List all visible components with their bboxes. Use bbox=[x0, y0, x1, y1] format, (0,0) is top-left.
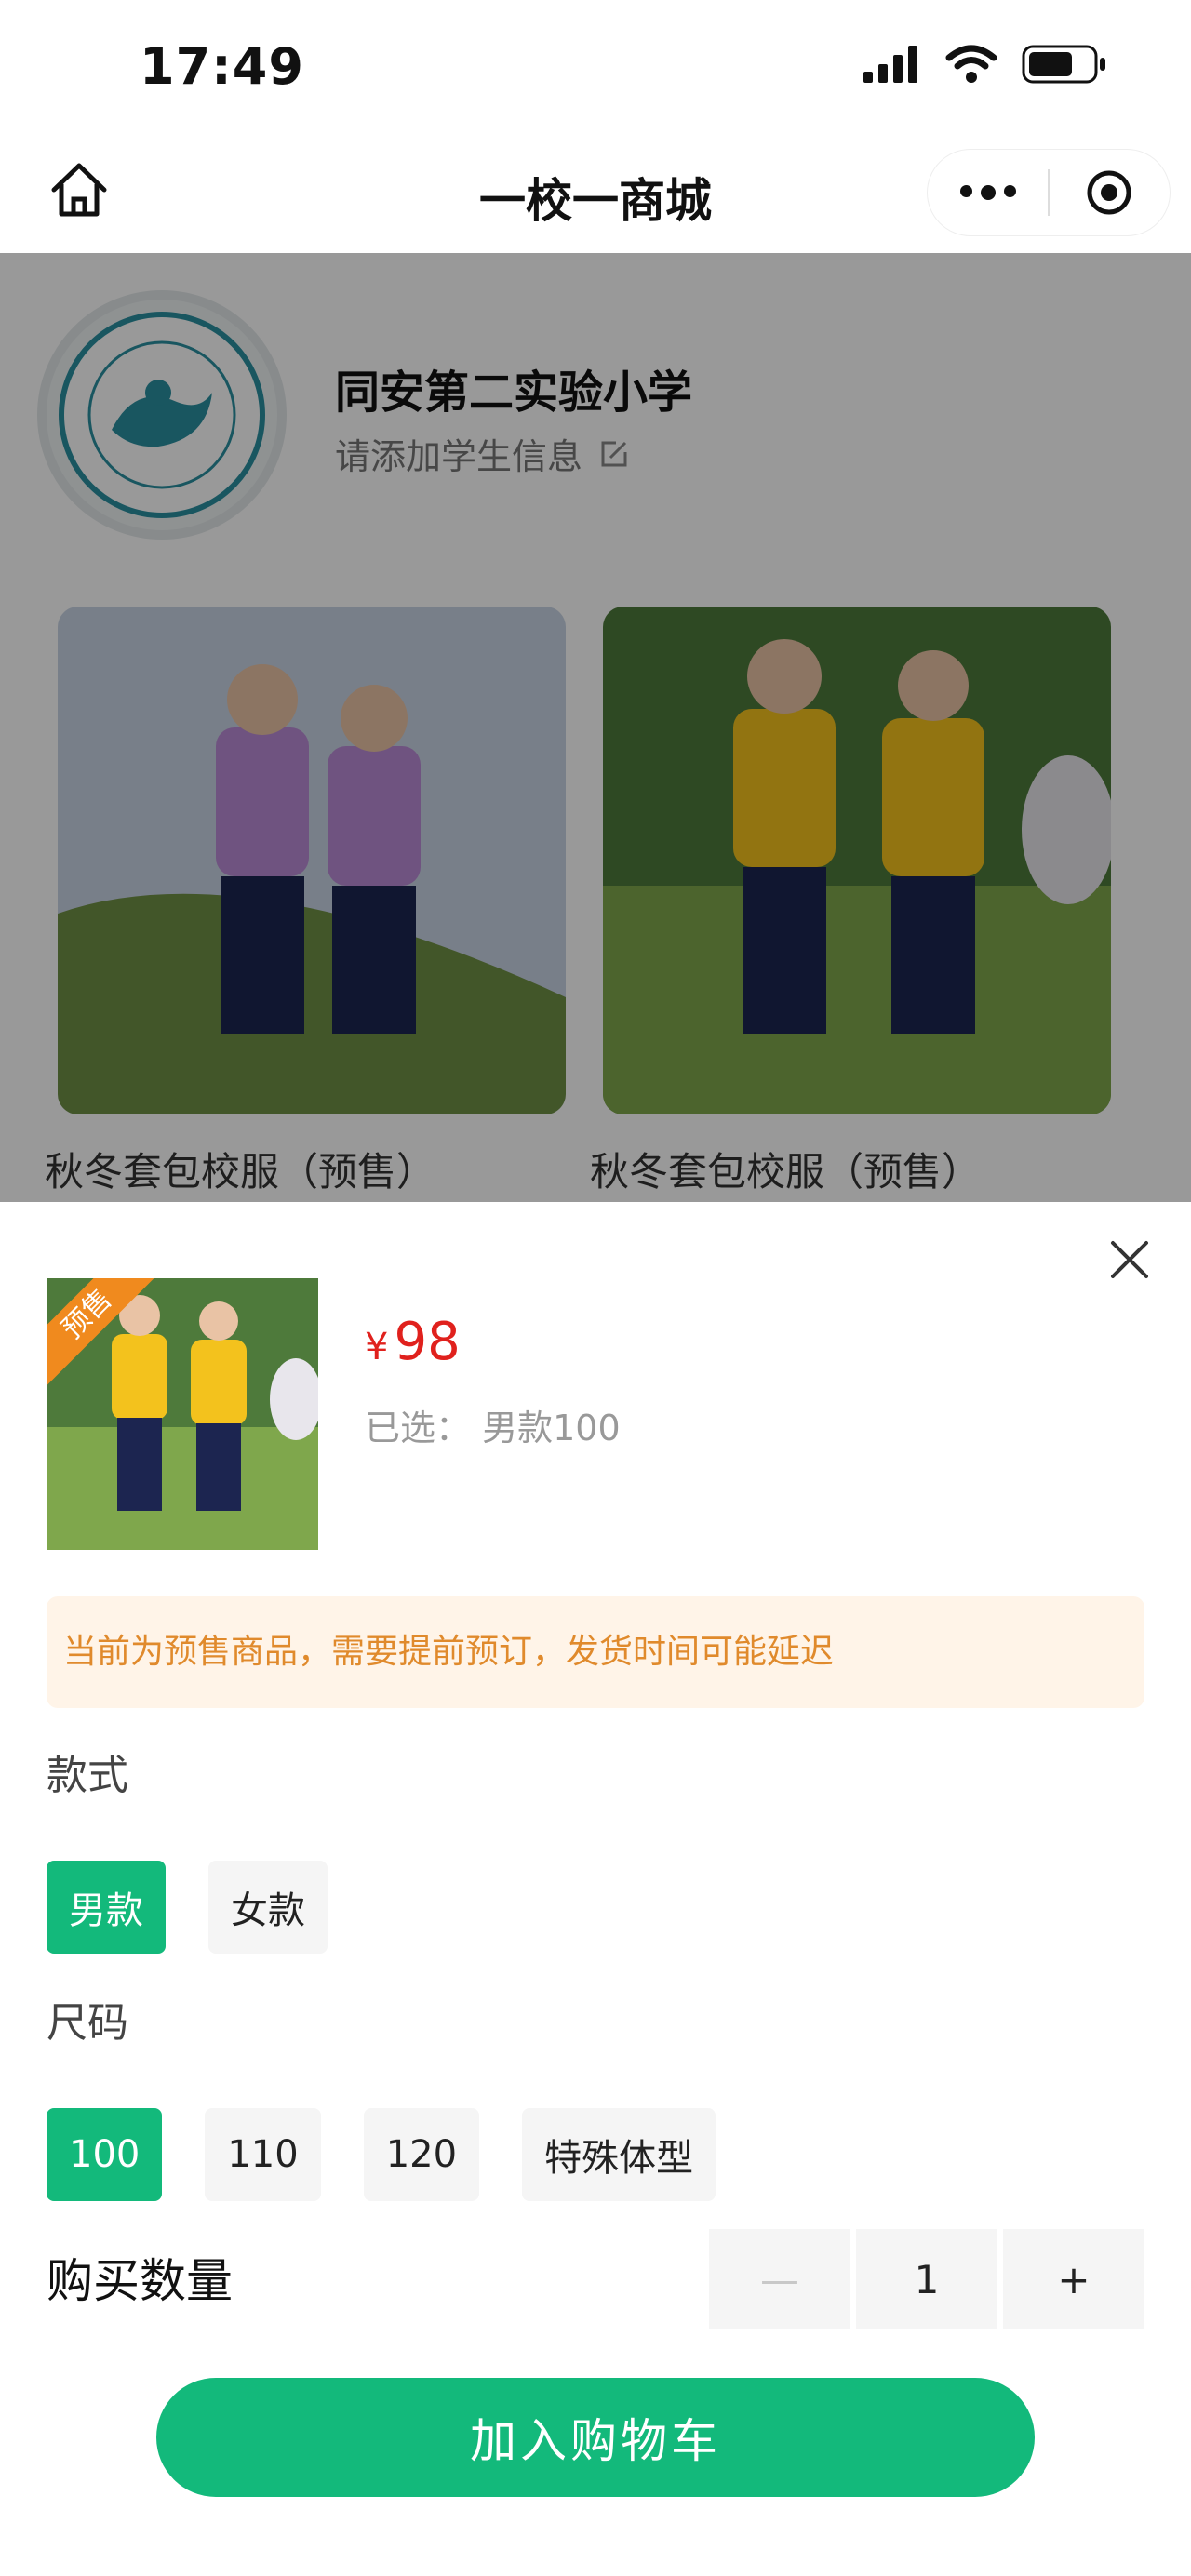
style-option-male[interactable]: 男款 bbox=[47, 1861, 166, 1954]
status-icons bbox=[863, 45, 1107, 84]
size-option-110[interactable]: 110 bbox=[205, 2108, 321, 2201]
status-time: 17:49 bbox=[140, 37, 304, 96]
sku-selector-sheet: 预售 ¥ 98 已选： 男款100 当前为预售商品，需要提前预订，发货时间可能延… bbox=[0, 1202, 1191, 2576]
quantity-stepper: — 1 + bbox=[709, 2229, 1144, 2329]
selected-prefix: 已选： bbox=[365, 1408, 472, 1448]
size-label: 尺码 bbox=[47, 1999, 128, 2047]
nav-bar: 一校一商城 bbox=[0, 140, 1191, 253]
sku-thumbnail: 预售 bbox=[47, 1278, 318, 1550]
wifi-icon bbox=[945, 45, 997, 83]
style-label: 款式 bbox=[47, 1752, 128, 1799]
close-icon[interactable] bbox=[1105, 1235, 1154, 1284]
currency-symbol: ¥ bbox=[365, 1326, 389, 1368]
quantity-value[interactable]: 1 bbox=[856, 2229, 997, 2329]
selected-summary: 已选： 男款100 bbox=[365, 1399, 621, 1450]
battery-icon bbox=[1022, 45, 1105, 84]
style-option-female[interactable]: 女款 bbox=[208, 1861, 328, 1954]
size-option-100[interactable]: 100 bbox=[47, 2108, 163, 2201]
size-option-120[interactable]: 120 bbox=[363, 2108, 480, 2201]
price-value: 98 bbox=[394, 1312, 461, 1372]
close-miniprogram-icon[interactable] bbox=[1050, 168, 1170, 217]
presale-notice: 当前为预售商品，需要提前预订，发货时间可能延迟 bbox=[47, 1596, 1144, 1708]
more-icon[interactable] bbox=[928, 185, 1048, 200]
status-bar: 17:49 bbox=[0, 0, 1191, 140]
add-to-cart-button[interactable]: 加入购物车 bbox=[156, 2378, 1035, 2497]
increase-button[interactable]: + bbox=[1003, 2229, 1144, 2329]
size-options: 100 110 120 特殊体型 bbox=[47, 2108, 716, 2201]
quantity-label: 购买数量 bbox=[47, 2254, 233, 2308]
decrease-button[interactable]: — bbox=[709, 2229, 850, 2329]
size-option-special[interactable]: 特殊体型 bbox=[522, 2108, 716, 2201]
selected-value: 男款100 bbox=[482, 1408, 621, 1448]
mini-program-capsule bbox=[927, 149, 1171, 236]
style-options: 男款 女款 bbox=[47, 1861, 328, 1954]
modal-overlay[interactable] bbox=[0, 253, 1191, 1202]
signal-icon bbox=[863, 46, 917, 83]
price: ¥ 98 bbox=[365, 1312, 461, 1372]
